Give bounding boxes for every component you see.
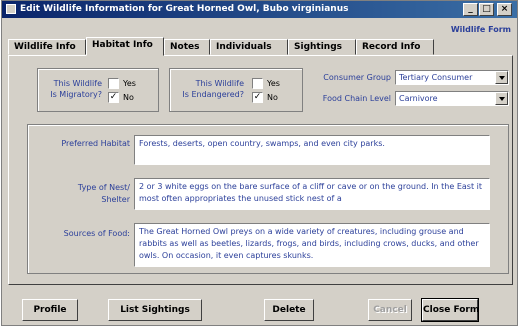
- title-bar: Edit Wildlife Information for Great Horn…: [2, 1, 517, 18]
- tab-sightings[interactable]: Sightings: [288, 39, 356, 55]
- minimize-button[interactable]: _: [463, 3, 478, 16]
- close-form-button[interactable]: Close Form: [421, 298, 479, 322]
- close-window-button[interactable]: ×: [497, 3, 512, 16]
- delete-button[interactable]: Delete: [264, 299, 314, 321]
- migratory-no-checkbox[interactable]: ✓: [108, 92, 119, 103]
- endangered-no-label: No: [267, 93, 278, 102]
- chevron-down-icon[interactable]: [495, 92, 508, 105]
- nest-label-line2: Shelter: [101, 195, 130, 204]
- migratory-yes-checkbox[interactable]: [108, 78, 119, 89]
- consumer-group-label: Consumer Group: [323, 73, 391, 82]
- profile-button[interactable]: Profile: [22, 299, 78, 321]
- maximize-button[interactable]: □: [479, 3, 494, 16]
- tab-notes[interactable]: Notes: [164, 39, 210, 55]
- food-chain-level-value: Carnivore: [399, 94, 438, 103]
- migratory-group: This Wildlife Is Migratory? Yes ✓ No: [37, 68, 159, 112]
- migratory-yes-label: Yes: [123, 79, 136, 88]
- nest-shelter-field[interactable]: 2 or 3 white eggs on the bare surface of…: [134, 178, 490, 210]
- sources-of-food-label: Sources of Food:: [63, 229, 130, 238]
- tab-record-info[interactable]: Record Info: [356, 39, 434, 55]
- endangered-yes-checkbox[interactable]: [252, 78, 263, 89]
- edit-wildlife-window: Edit Wildlife Information for Great Horn…: [1, 0, 518, 326]
- chevron-down-icon[interactable]: [495, 71, 508, 84]
- migratory-label-line2: Is Migratory?: [50, 90, 102, 99]
- tab-wildlife-info[interactable]: Wildlife Info: [8, 39, 86, 55]
- consumer-group-select[interactable]: Tertiary Consumer: [395, 70, 509, 85]
- endangered-yes-label: Yes: [267, 79, 280, 88]
- details-group: Preferred Habitat Forests, deserts, open…: [27, 124, 509, 274]
- habitat-info-panel: This Wildlife Is Migratory? Yes ✓ No Thi…: [8, 55, 513, 285]
- preferred-habitat-field[interactable]: Forests, deserts, open country, swamps, …: [134, 135, 490, 165]
- cancel-button[interactable]: Cancel: [368, 299, 412, 321]
- tab-habitat-info[interactable]: Habitat Info: [86, 37, 164, 56]
- tab-individuals[interactable]: Individuals: [210, 39, 288, 55]
- list-sightings-button[interactable]: List Sightings: [108, 299, 202, 321]
- migratory-label-line1: This Wildlife: [53, 79, 102, 88]
- sources-of-food-field[interactable]: The Great Horned Owl preys on a wide var…: [134, 223, 490, 267]
- food-chain-level-label: Food Chain Level: [322, 94, 391, 103]
- migratory-no-label: No: [123, 93, 134, 102]
- preferred-habitat-label: Preferred Habitat: [61, 139, 130, 148]
- window-title: Edit Wildlife Information for Great Horn…: [20, 4, 349, 14]
- consumer-group-value: Tertiary Consumer: [399, 73, 473, 82]
- endangered-label-line1: This Wildlife: [195, 79, 244, 88]
- endangered-no-checkbox[interactable]: ✓: [252, 92, 263, 103]
- endangered-label-line2: Is Endangered?: [182, 90, 244, 99]
- food-chain-level-select[interactable]: Carnivore: [395, 91, 509, 106]
- app-icon: [6, 4, 16, 14]
- nest-label-line1: Type of Nest/: [77, 183, 130, 192]
- form-caption: Wildlife Form: [450, 25, 511, 34]
- endangered-group: This Wildlife Is Endangered? Yes ✓ No: [169, 68, 303, 112]
